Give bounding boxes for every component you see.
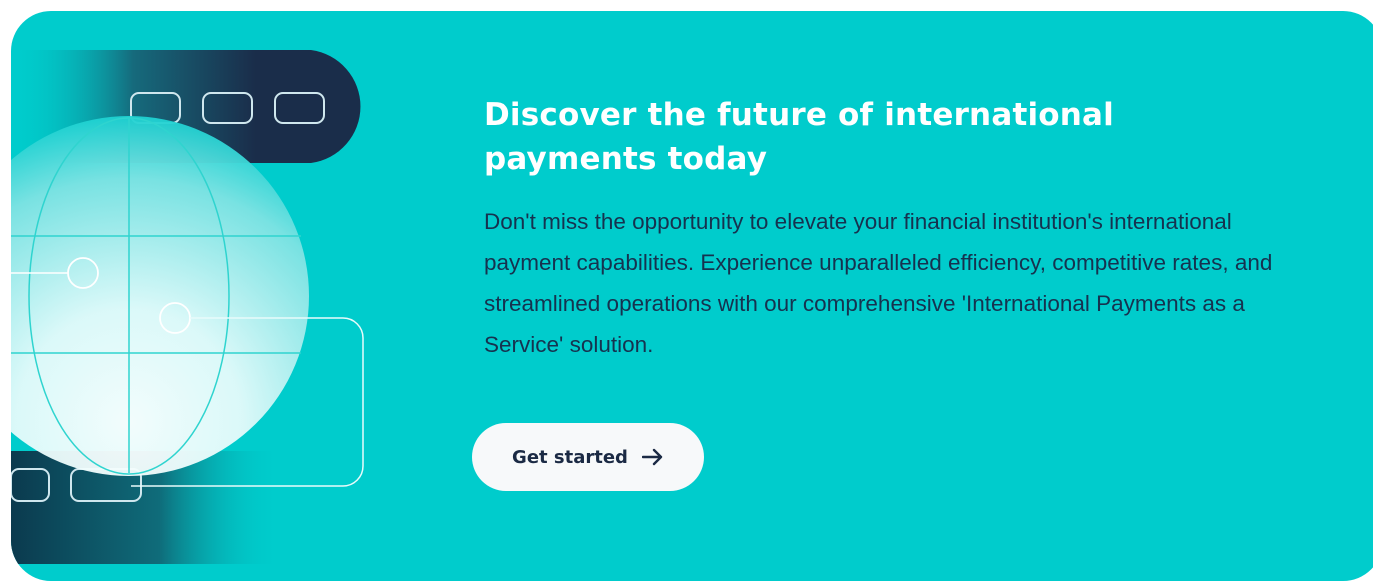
globe-network-icon: [11, 50, 364, 564]
banner-headline: Discover the future of international pay…: [484, 97, 1115, 177]
get-started-button[interactable]: Get started: [472, 423, 704, 491]
arrow-right-icon: [641, 448, 663, 466]
get-started-label: Get started: [512, 446, 628, 468]
banner-description: Don't miss the opportunity to elevate yo…: [484, 209, 1273, 357]
banner-content: Discover the future of international pay…: [484, 93, 1304, 365]
promo-banner: Discover the future of international pay…: [11, 11, 1373, 581]
